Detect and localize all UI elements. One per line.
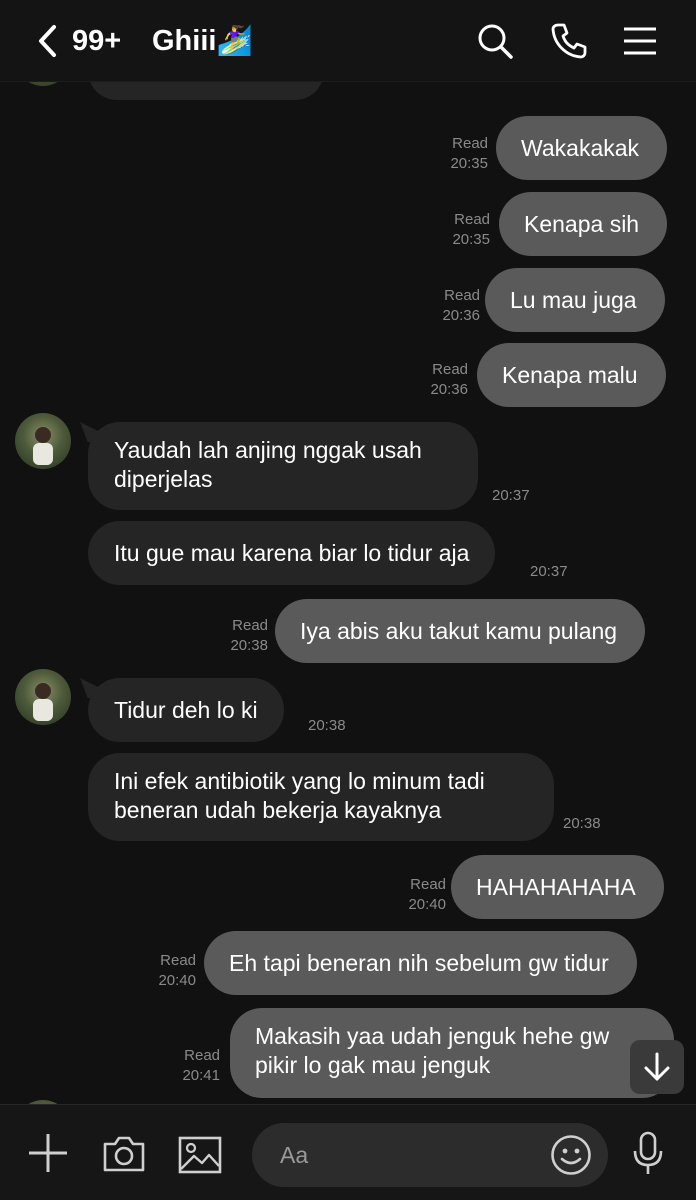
input-placeholder: Aa [280,1142,309,1168]
message-text: Ini efek antibiotik yang lo minum tadi b… [114,767,485,825]
message-time: 20:37 [530,563,568,580]
message-bubble-incoming[interactable]: Ini efek antibiotik yang lo minum tadi b… [88,753,554,841]
read-receipt: Read [410,876,446,893]
message-bubble-outgoing[interactable]: Kenapa malu [477,343,666,407]
message-time: 20:41 [182,1067,220,1084]
message-text: Kenapa sih [524,210,640,237]
read-receipt: Read [444,287,480,304]
message-time: 20:38 [308,717,346,734]
phone-icon[interactable] [550,22,588,60]
message-bubble-outgoing[interactable]: Makasih yaa udah jenguk hehe gw pikir lo… [230,1008,674,1098]
message-time: 20:40 [408,896,446,913]
message-text: Makasih yaa udah jenguk hehe gw pikir lo… [255,1022,609,1080]
chat-header: 99+ Ghiii🏄‍♀️ [0,0,696,82]
message-text: Wakakakak [521,134,640,161]
message-meta: Read 20:41 [162,1046,220,1086]
message-input[interactable]: Aa [252,1123,608,1187]
plus-icon[interactable] [28,1133,68,1173]
message-line: diperjelas [114,466,213,492]
chevron-left-icon[interactable] [34,22,62,60]
message-text: Tidur deh lo ki [114,696,258,723]
message-text: Kenapa malu [502,361,638,388]
chat-name: Ghiii [152,25,217,57]
message-time: 20:36 [442,307,480,324]
message-time: 20:35 [450,155,488,172]
message-bubble-outgoing[interactable]: Eh tapi beneran nih sebelum gw tidur [204,931,637,995]
read-receipt: Read [160,952,196,969]
message-bubble-outgoing[interactable]: HAHAHAHAHA [451,855,664,919]
message-bubble-outgoing[interactable]: Kenapa sih [499,192,668,256]
message-time: 20:36 [430,381,468,398]
message-meta: Read 20:36 [408,360,468,400]
read-receipt: Read [184,1047,220,1064]
avatar[interactable] [15,413,71,469]
avatar[interactable] [15,82,71,86]
message-text: HAHAHAHAHA [476,873,636,900]
message-bubble-incoming[interactable]: Tidur deh lo ki [88,678,284,742]
message-time: 20:38 [230,637,268,654]
read-receipt: Read [232,617,268,634]
message-bubble-partial [88,82,324,100]
message-composer: Aa [0,1104,696,1200]
camera-icon[interactable] [102,1135,146,1173]
message-meta: Read 20:40 [388,875,446,915]
message-bubble-outgoing[interactable]: Lu mau juga [485,268,665,332]
arrow-down-icon [644,1052,670,1081]
surfer-emoji: 🏄‍♀️ [216,25,253,57]
message-time: 20:38 [563,815,601,832]
message-text: Yaudah lah anjing nggak usah diperjelas [114,436,422,494]
message-bubble-outgoing[interactable]: Iya abis aku takut kamu pulang [275,599,646,663]
read-receipt: Read [432,361,468,378]
message-meta: Read 20:35 [432,210,490,250]
message-text: Eh tapi beneran nih sebelum gw tidur [229,949,609,976]
avatar-photo-icon [33,683,53,721]
message-time: 20:37 [492,487,530,504]
message-meta: Read 20:36 [420,286,480,326]
unread-count[interactable]: 99+ [72,22,121,60]
message-meta: Read 20:38 [210,616,268,656]
message-text: Lu mau juga [510,286,637,313]
message-meta: Read 20:35 [430,134,488,174]
message-text: Itu gue mau karena biar lo tidur aja [114,539,470,566]
message-line: Ini efek antibiotik yang lo minum tadi [114,768,485,794]
avatar-photo-icon [33,427,53,465]
message-bubble-outgoing[interactable]: Wakakakak [496,116,668,180]
avatar[interactable] [15,669,71,725]
message-time: 20:40 [158,972,196,989]
search-icon[interactable] [476,22,514,60]
emoji-icon[interactable] [550,1134,592,1176]
scroll-to-bottom-button[interactable] [630,1040,684,1094]
message-line: Yaudah lah anjing nggak usah [114,437,422,463]
read-receipt: Read [452,135,488,152]
message-line: pikir lo gak mau jenguk [255,1052,491,1078]
message-text: Iya abis aku takut kamu pulang [300,617,618,644]
message-meta: Read 20:40 [138,951,196,991]
message-bubble-incoming[interactable]: Itu gue mau karena biar lo tidur aja [88,521,496,585]
microphone-icon[interactable] [632,1131,664,1177]
message-line: Makasih yaa udah jenguk hehe gw [255,1023,610,1049]
menu-icon[interactable] [621,22,659,60]
read-receipt: Read [454,211,490,228]
message-line: beneran udah bekerja kayaknya [114,797,442,823]
image-icon[interactable] [178,1135,222,1175]
message-bubble-incoming[interactable]: Yaudah lah anjing nggak usah diperjelas [88,422,478,510]
message-time: 20:35 [452,231,490,248]
message-list[interactable]: Read 20:35 Wakakakak Read 20:35 Kenapa s… [0,82,696,1104]
chat-title: Ghiii🏄‍♀️ [152,22,253,60]
